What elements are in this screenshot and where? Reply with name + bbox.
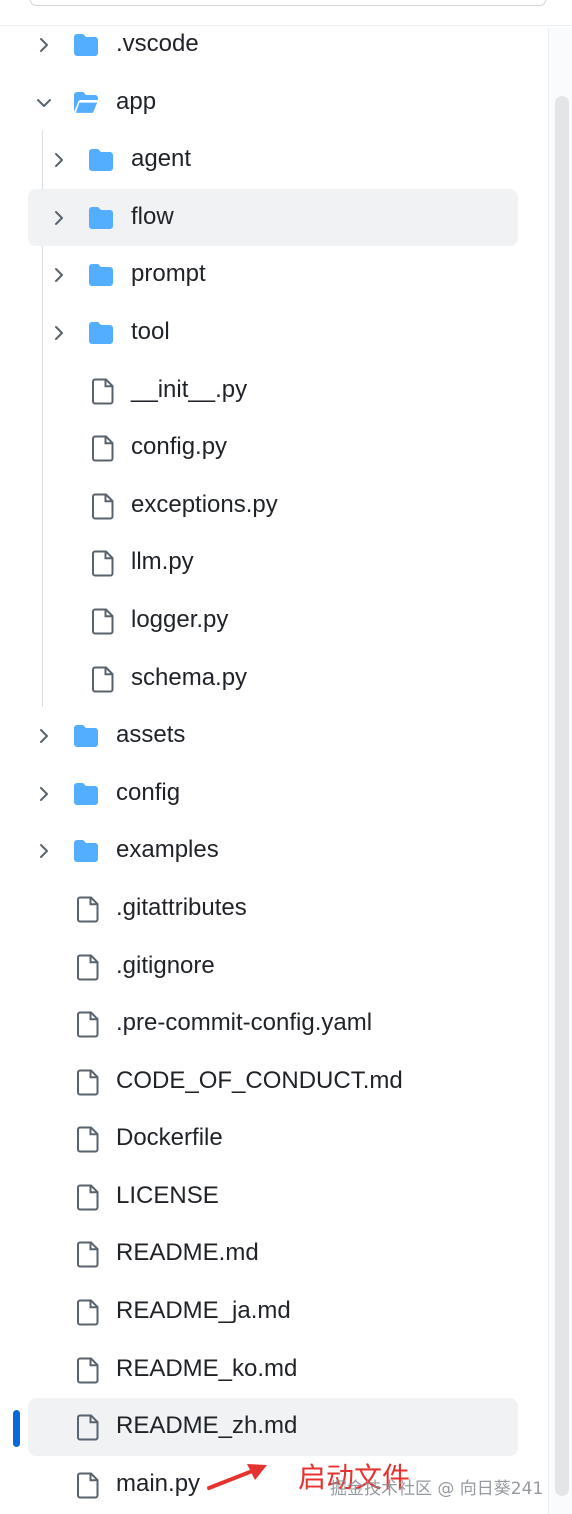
chevron-right-icon[interactable] xyxy=(51,267,67,283)
folder-icon xyxy=(89,206,113,229)
tree-item-label: config xyxy=(116,778,181,806)
scrollbar-thumb[interactable] xyxy=(555,96,569,1496)
chevron-right-icon[interactable] xyxy=(51,325,67,341)
folder-icon xyxy=(89,264,113,287)
tree-file-item[interactable]: .gitignore xyxy=(0,938,550,996)
folder-icon xyxy=(89,149,113,172)
tree-item-label: prompt xyxy=(131,260,206,288)
chevron-right-icon[interactable] xyxy=(36,728,52,744)
tree-item-label: README_zh.md xyxy=(116,1412,298,1440)
tree-item-label: __init__.py xyxy=(131,375,248,403)
tree-item-label: README_ko.md xyxy=(116,1354,298,1382)
tree-file-item[interactable]: README_zh.md xyxy=(0,1398,550,1456)
tree-item-label: exceptions.py xyxy=(131,490,278,518)
tree-folder-item[interactable]: .vscode xyxy=(0,16,550,74)
tree-file-item[interactable]: .pre-commit-config.yaml xyxy=(0,995,550,1053)
tree-item-label: LICENSE xyxy=(116,1181,219,1209)
file-icon xyxy=(77,896,99,923)
tree-folder-item[interactable]: config xyxy=(0,765,550,823)
tree-item-label: .pre-commit-config.yaml xyxy=(116,1009,373,1037)
tree-file-item[interactable]: CODE_OF_CONDUCT.md xyxy=(0,1053,550,1111)
file-tree: .vscode app agent flow prompt tool __init__.py… xyxy=(0,16,550,1513)
folder-icon xyxy=(74,34,98,56)
tree-item-label: README.md xyxy=(116,1239,259,1267)
tree-file-item[interactable]: .gitattributes xyxy=(0,880,550,938)
file-icon xyxy=(77,1069,99,1096)
tree-folder-item[interactable]: agent xyxy=(0,131,550,189)
file-icon xyxy=(92,378,114,405)
file-icon xyxy=(77,1126,99,1153)
tree-file-item[interactable]: schema.py xyxy=(0,650,550,708)
tree-folder-item[interactable]: assets xyxy=(0,707,550,765)
chevron-right-icon[interactable] xyxy=(36,37,52,53)
active-indicator xyxy=(13,1410,20,1448)
tree-file-item[interactable]: exceptions.py xyxy=(0,477,550,535)
chevron-right-icon[interactable] xyxy=(36,786,52,802)
file-icon xyxy=(77,1241,99,1268)
folder-icon xyxy=(74,840,98,863)
tree-item-label: config.py xyxy=(131,433,228,461)
tree-folder-item[interactable]: prompt xyxy=(0,246,550,304)
folder-open-icon xyxy=(74,91,99,114)
file-icon xyxy=(92,666,114,693)
tree-folder-item[interactable]: app xyxy=(0,74,550,132)
tree-file-item[interactable]: logger.py xyxy=(0,592,550,650)
tree-file-item[interactable]: README.md xyxy=(0,1225,550,1283)
folder-icon xyxy=(89,321,113,344)
tree-file-item[interactable]: __init__.py xyxy=(0,362,550,420)
tree-folder-item[interactable]: examples xyxy=(0,822,550,880)
folder-icon xyxy=(74,782,98,805)
tree-item-label: logger.py xyxy=(131,605,229,633)
tree-file-item[interactable]: config.py xyxy=(0,419,550,477)
file-icon xyxy=(92,435,114,462)
file-icon xyxy=(77,1472,99,1499)
tree-item-label: .gitignore xyxy=(116,951,215,979)
tree-item-label: examples xyxy=(116,836,219,864)
file-icon xyxy=(92,608,114,635)
tree-item-label: schema.py xyxy=(131,663,248,691)
folder-icon xyxy=(74,725,98,748)
tree-item-label: agent xyxy=(131,145,192,173)
file-icon xyxy=(92,550,114,577)
file-icon xyxy=(92,493,114,520)
file-icon xyxy=(77,1299,99,1326)
tree-file-item[interactable]: Dockerfile xyxy=(0,1110,550,1168)
tree-item-label: tool xyxy=(131,317,170,345)
annotation-arrow xyxy=(207,1464,267,1490)
tree-file-item[interactable]: LICENSE xyxy=(0,1168,550,1226)
tree-item-label: flow xyxy=(131,202,174,230)
tree-item-label: README_ja.md xyxy=(116,1297,291,1325)
tree-file-item[interactable]: README_ja.md xyxy=(0,1283,550,1341)
tree-item-label: .vscode xyxy=(116,30,199,57)
file-icon xyxy=(77,1011,99,1038)
search-input[interactable] xyxy=(30,0,546,6)
file-icon xyxy=(77,1357,99,1384)
chevron-down-icon[interactable] xyxy=(36,95,52,111)
chevron-right-icon[interactable] xyxy=(36,843,52,859)
tree-item-label: llm.py xyxy=(131,548,194,576)
chevron-right-icon[interactable] xyxy=(51,152,67,168)
tree-folder-item[interactable]: flow xyxy=(0,188,550,247)
tree-item-label: app xyxy=(116,87,157,115)
watermark: 掘金技术社区 @ 向日葵241 xyxy=(330,1479,544,1499)
chevron-right-icon[interactable] xyxy=(51,210,67,226)
tree-item-label: main.py xyxy=(116,1469,201,1497)
file-icon xyxy=(77,1184,99,1211)
tree-file-item[interactable]: README_ko.md xyxy=(0,1341,550,1399)
tree-item-label: .gitattributes xyxy=(116,893,247,921)
tree-item-label: assets xyxy=(116,721,186,749)
file-icon xyxy=(77,954,99,980)
file-icon xyxy=(77,1414,99,1441)
tree-item-label: CODE_OF_CONDUCT.md xyxy=(116,1066,403,1094)
tree-folder-item[interactable]: tool xyxy=(0,304,550,362)
tree-file-item[interactable]: llm.py xyxy=(0,534,550,592)
tree-item-label: Dockerfile xyxy=(116,1124,223,1152)
